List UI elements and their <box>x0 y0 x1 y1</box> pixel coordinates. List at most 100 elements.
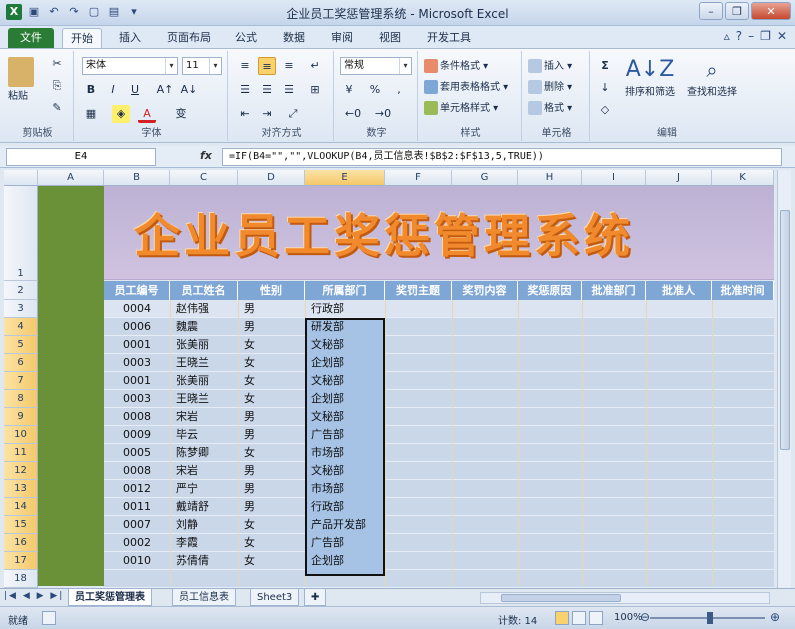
comma-button[interactable]: , <box>390 81 408 99</box>
vertical-scrollbar[interactable] <box>777 170 791 590</box>
name-box[interactable]: E4 <box>6 148 156 166</box>
cell-dept[interactable]: 市场部 <box>311 480 383 498</box>
cell-id[interactable]: 0011 <box>104 498 170 516</box>
column-header-g[interactable]: G <box>452 170 518 186</box>
cell-dept[interactable]: 行政部 <box>311 498 383 516</box>
cell-id[interactable]: 0008 <box>104 462 170 480</box>
cell-id[interactable]: 0008 <box>104 408 170 426</box>
row-header-4[interactable]: 4 <box>4 318 38 336</box>
column-title[interactable]: 奖罚内容 <box>452 281 518 300</box>
column-header-a[interactable]: A <box>38 170 104 186</box>
row-header-17[interactable]: 17 <box>4 552 38 570</box>
column-header-d[interactable]: D <box>238 170 305 186</box>
find-select-button[interactable]: ⌕ 查找和选择 <box>684 57 740 98</box>
decrease-indent-icon[interactable]: ⇤ <box>236 105 254 123</box>
sort-filter-button[interactable]: A↓Z 排序和筛选 <box>622 57 678 98</box>
vertical-scroll-thumb[interactable] <box>780 210 790 450</box>
cell-dept[interactable]: 市场部 <box>311 444 383 462</box>
cell-gender[interactable]: 女 <box>244 444 303 462</box>
doc-minimize-icon[interactable]: – <box>748 29 754 43</box>
cell-gender[interactable]: 男 <box>244 426 303 444</box>
insert-sheet-icon[interactable]: ✚ <box>304 589 327 606</box>
cell-dept[interactable]: 产品开发部 <box>311 516 383 534</box>
align-middle-icon[interactable]: ≡ <box>258 57 276 75</box>
cell-name[interactable]: 戴靖舒 <box>176 498 236 516</box>
table-format-button[interactable]: 套用表格格式 ▾ <box>424 78 508 94</box>
autosum-button[interactable]: Σ <box>596 57 614 75</box>
align-top-icon[interactable]: ≡ <box>236 57 254 75</box>
horizontal-scroll-thumb[interactable] <box>501 594 621 602</box>
zoom-out-icon[interactable]: ⊖ <box>640 610 650 624</box>
cell-gender[interactable]: 男 <box>244 408 303 426</box>
paste-button[interactable]: 粘贴 <box>8 57 36 102</box>
insert-cells-button[interactable]: 插入 ▾ <box>528 57 572 73</box>
percent-button[interactable]: % <box>366 81 384 99</box>
font-grow-icon[interactable]: A↑ <box>156 81 174 99</box>
cell-dept[interactable]: 文秘部 <box>311 408 383 426</box>
italic-button[interactable]: I <box>104 81 122 99</box>
cell-id[interactable]: 0004 <box>104 300 170 318</box>
tab-home[interactable]: 开始 <box>62 28 102 48</box>
row-header-18[interactable]: 18 <box>4 570 38 588</box>
cell-name[interactable]: 魏震 <box>176 318 236 336</box>
cell-name[interactable]: 苏倩倩 <box>176 552 236 570</box>
cut-icon[interactable]: ✂ <box>48 55 66 73</box>
row-header-9[interactable]: 9 <box>4 408 38 426</box>
cell-gender[interactable]: 女 <box>244 516 303 534</box>
cell-name[interactable]: 王晓兰 <box>176 354 236 372</box>
macro-record-icon[interactable] <box>42 611 56 625</box>
cell-name[interactable]: 严宁 <box>176 480 236 498</box>
cell-name[interactable]: 李霞 <box>176 534 236 552</box>
fill-color-icon[interactable]: ◈ <box>112 105 130 123</box>
row-header-14[interactable]: 14 <box>4 498 38 516</box>
wrap-text-icon[interactable]: ↵ <box>306 57 324 75</box>
formula-input[interactable]: =IF(B4="","",VLOOKUP(B4,员工信息表!$B$2:$F$13… <box>222 148 782 166</box>
sheet-tab-reward-punishment[interactable]: 员工奖惩管理表 <box>68 589 152 606</box>
align-left-icon[interactable]: ☰ <box>236 81 254 99</box>
column-header-h[interactable]: H <box>518 170 582 186</box>
tab-file[interactable]: 文件 <box>8 28 54 48</box>
column-header-j[interactable]: J <box>646 170 712 186</box>
font-shrink-icon[interactable]: A↓ <box>180 81 198 99</box>
column-title[interactable]: 批准部门 <box>582 281 646 300</box>
font-color-button[interactable]: A <box>138 105 156 123</box>
font-size-combo[interactable]: 11 ▾ <box>182 57 222 75</box>
cell-dept[interactable]: 广告部 <box>311 534 383 552</box>
cell-dept[interactable]: 广告部 <box>311 426 383 444</box>
tab-formulas[interactable]: 公式 <box>226 28 266 48</box>
minimize-button[interactable]: – <box>699 2 723 20</box>
cell-id[interactable]: 0012 <box>104 480 170 498</box>
increase-indent-icon[interactable]: ⇥ <box>258 105 276 123</box>
page-layout-view-icon[interactable] <box>572 611 586 625</box>
cell-name[interactable]: 宋岩 <box>176 408 236 426</box>
tab-view[interactable]: 视图 <box>370 28 410 48</box>
orientation-icon[interactable]: ⤢ <box>284 105 302 123</box>
column-title[interactable]: 奖罚主题 <box>385 281 452 300</box>
delete-cells-button[interactable]: 删除 ▾ <box>528 78 572 94</box>
underline-button[interactable]: U <box>126 81 144 99</box>
cell-id[interactable]: 0009 <box>104 426 170 444</box>
cell-dept[interactable]: 企划部 <box>311 390 383 408</box>
cell-dept[interactable]: 研发部 <box>311 318 383 336</box>
tab-insert[interactable]: 插入 <box>110 28 150 48</box>
cell-gender[interactable]: 男 <box>244 480 303 498</box>
column-title[interactable]: 员工编号 <box>104 281 170 300</box>
cell-id[interactable]: 0005 <box>104 444 170 462</box>
cell-gender[interactable]: 女 <box>244 336 303 354</box>
cell-name[interactable]: 刘静 <box>176 516 236 534</box>
cell-styles-button[interactable]: 单元格样式 ▾ <box>424 99 498 115</box>
cell-gender[interactable]: 女 <box>244 354 303 372</box>
number-format-combo[interactable]: 常规 ▾ <box>340 57 412 75</box>
cell-name[interactable]: 张美丽 <box>176 336 236 354</box>
cell-dept[interactable]: 文秘部 <box>311 462 383 480</box>
row-header-1[interactable]: 1 <box>4 186 38 281</box>
align-right-icon[interactable]: ☰ <box>280 81 298 99</box>
cell-id[interactable]: 0001 <box>104 336 170 354</box>
column-title[interactable]: 性别 <box>238 281 305 300</box>
cell-name[interactable]: 张美丽 <box>176 372 236 390</box>
column-header-b[interactable]: B <box>104 170 170 186</box>
column-title[interactable]: 奖惩原因 <box>518 281 582 300</box>
column-header-c[interactable]: C <box>170 170 238 186</box>
cell-name[interactable]: 陈梦卿 <box>176 444 236 462</box>
row-header-7[interactable]: 7 <box>4 372 38 390</box>
